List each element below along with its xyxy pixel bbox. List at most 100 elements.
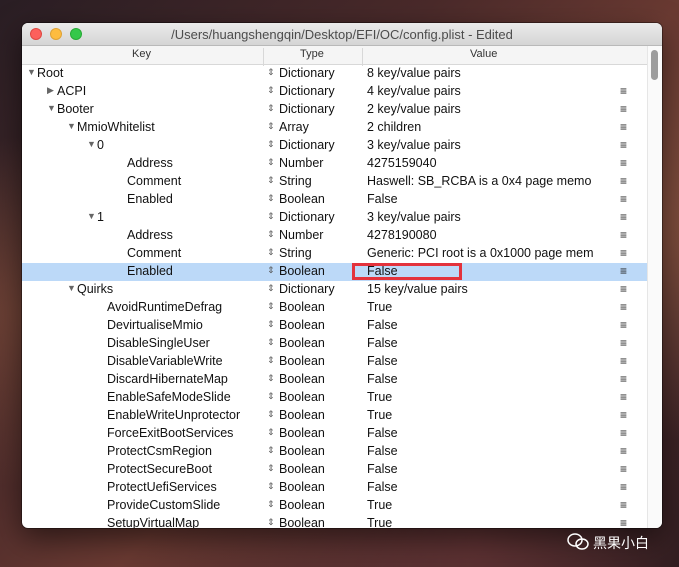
type-stepper-icon[interactable]: ⇕ — [267, 463, 275, 474]
row-value[interactable]: False — [367, 192, 612, 206]
row-value[interactable]: False — [367, 426, 612, 440]
row-type[interactable]: Number — [279, 156, 323, 170]
row-menu-icon[interactable]: ≡ — [620, 282, 627, 296]
type-stepper-icon[interactable]: ⇕ — [267, 391, 275, 402]
type-stepper-icon[interactable]: ⇕ — [267, 337, 275, 348]
row-value[interactable]: True — [367, 390, 612, 404]
row-key[interactable]: Enabled — [127, 192, 173, 206]
row-key[interactable]: ProtectSecureBoot — [107, 462, 212, 476]
row-key[interactable]: DiscardHibernateMap — [107, 372, 228, 386]
table-row[interactable]: DisableSingleUser ⇕ Boolean False ≡ — [22, 335, 648, 353]
row-value[interactable]: False — [367, 354, 612, 368]
row-key[interactable]: ForceExitBootServices — [107, 426, 233, 440]
row-key[interactable]: Comment — [127, 174, 181, 188]
row-type[interactable]: Boolean — [279, 372, 325, 386]
table-row[interactable]: DevirtualiseMmio ⇕ Boolean False ≡ — [22, 317, 648, 335]
table-row[interactable]: EnableWriteUnprotector ⇕ Boolean True ≡ — [22, 407, 648, 425]
row-menu-icon[interactable]: ≡ — [620, 264, 627, 278]
row-type[interactable]: Dictionary — [279, 66, 335, 80]
row-value[interactable]: 2 children — [367, 120, 612, 134]
type-stepper-icon[interactable]: ⇕ — [267, 409, 275, 420]
row-menu-icon[interactable]: ≡ — [620, 426, 627, 440]
type-stepper-icon[interactable]: ⇕ — [267, 301, 275, 312]
column-divider[interactable] — [362, 48, 363, 66]
row-key[interactable]: DisableVariableWrite — [107, 354, 223, 368]
row-menu-icon[interactable]: ≡ — [620, 228, 627, 242]
row-value[interactable]: Generic: PCI root is a 0x1000 page mem — [367, 246, 612, 260]
row-value[interactable]: False — [367, 480, 612, 494]
type-stepper-icon[interactable]: ⇕ — [267, 175, 275, 186]
row-menu-icon[interactable]: ≡ — [620, 210, 627, 224]
row-type[interactable]: Boolean — [279, 390, 325, 404]
row-key[interactable]: ACPI — [57, 84, 86, 98]
table-row[interactable]: ProtectUefiServices ⇕ Boolean False ≡ — [22, 479, 648, 497]
type-stepper-icon[interactable]: ⇕ — [267, 229, 275, 240]
type-stepper-icon[interactable]: ⇕ — [267, 445, 275, 456]
row-menu-icon[interactable]: ≡ — [620, 156, 627, 170]
table-row[interactable]: ForceExitBootServices ⇕ Boolean False ≡ — [22, 425, 648, 443]
row-type[interactable]: Boolean — [279, 426, 325, 440]
table-row[interactable]: EnableSafeModeSlide ⇕ Boolean True ≡ — [22, 389, 648, 407]
row-type[interactable]: Boolean — [279, 498, 325, 512]
row-menu-icon[interactable]: ≡ — [620, 408, 627, 422]
type-stepper-icon[interactable]: ⇕ — [267, 211, 275, 222]
row-key[interactable]: DisableSingleUser — [107, 336, 210, 350]
scrollbar-thumb[interactable] — [651, 50, 658, 80]
row-value[interactable]: False — [367, 462, 612, 476]
type-stepper-icon[interactable]: ⇕ — [267, 265, 275, 276]
table-row[interactable]: Comment ⇕ String Haswell: SB_RCBA is a 0x4 … — [22, 173, 648, 191]
row-value[interactable]: 2 key/value pairs — [367, 102, 612, 116]
row-value[interactable]: 15 key/value pairs — [367, 282, 612, 296]
column-header-type[interactable]: Type — [300, 48, 324, 60]
row-value[interactable]: 4 key/value pairs — [367, 84, 612, 98]
row-menu-icon[interactable]: ≡ — [620, 300, 627, 314]
row-type[interactable]: Boolean — [279, 318, 325, 332]
row-menu-icon[interactable]: ≡ — [620, 498, 627, 512]
row-menu-icon[interactable]: ≡ — [620, 354, 627, 368]
type-stepper-icon[interactable]: ⇕ — [267, 319, 275, 330]
type-stepper-icon[interactable]: ⇕ — [267, 499, 275, 510]
row-key[interactable]: Enabled — [127, 264, 173, 278]
row-value[interactable]: 3 key/value pairs — [367, 210, 612, 224]
row-key[interactable]: Quirks — [77, 282, 113, 296]
row-menu-icon[interactable]: ≡ — [620, 372, 627, 386]
row-menu-icon[interactable]: ≡ — [620, 84, 627, 98]
type-stepper-icon[interactable]: ⇕ — [267, 427, 275, 438]
row-type[interactable]: Boolean — [279, 264, 325, 278]
row-type[interactable]: Boolean — [279, 462, 325, 476]
row-type[interactable]: Boolean — [279, 480, 325, 494]
row-menu-icon[interactable]: ≡ — [620, 516, 627, 528]
row-type[interactable]: Array — [279, 120, 309, 134]
disclosure-expanded-icon[interactable]: ▼ — [27, 67, 36, 77]
table-row[interactable]: Enabled ⇕ Boolean False ≡ — [22, 191, 648, 209]
row-type[interactable]: Boolean — [279, 300, 325, 314]
row-value[interactable]: True — [367, 300, 612, 314]
disclosure-expanded-icon[interactable]: ▼ — [67, 121, 76, 131]
row-value[interactable]: True — [367, 498, 612, 512]
row-value[interactable]: 4275159040 — [367, 156, 612, 170]
type-stepper-icon[interactable]: ⇕ — [267, 157, 275, 168]
row-key[interactable]: 0 — [97, 138, 104, 152]
row-value[interactable]: True — [367, 516, 612, 528]
table-row[interactable]: Comment ⇕ String Generic: PCI root is a 0x1… — [22, 245, 648, 263]
row-value[interactable]: True — [367, 408, 612, 422]
row-key[interactable]: ProtectCsmRegion — [107, 444, 212, 458]
table-row[interactable]: ▼ Booter ⇕ Dictionary 2 key/value pairs ≡ — [22, 101, 648, 119]
row-type[interactable]: Boolean — [279, 336, 325, 350]
row-key[interactable]: EnableWriteUnprotector — [107, 408, 240, 422]
row-value[interactable]: False — [367, 444, 612, 458]
row-value[interactable]: 3 key/value pairs — [367, 138, 612, 152]
row-key[interactable]: 1 — [97, 210, 104, 224]
row-key[interactable]: EnableSafeModeSlide — [107, 390, 231, 404]
type-stepper-icon[interactable]: ⇕ — [267, 193, 275, 204]
row-key[interactable]: MmioWhitelist — [77, 120, 155, 134]
disclosure-expanded-icon[interactable]: ▼ — [67, 283, 76, 293]
type-stepper-icon[interactable]: ⇕ — [267, 139, 275, 150]
table-row[interactable]: ▼ 0 ⇕ Dictionary 3 key/value pairs ≡ — [22, 137, 648, 155]
type-stepper-icon[interactable]: ⇕ — [267, 355, 275, 366]
table-row[interactable]: ▼ Quirks ⇕ Dictionary 15 key/value pairs ≡ — [22, 281, 648, 299]
row-type[interactable]: Boolean — [279, 192, 325, 206]
row-menu-icon[interactable]: ≡ — [620, 174, 627, 188]
table-row[interactable]: DisableVariableWrite ⇕ Boolean False ≡ — [22, 353, 648, 371]
type-stepper-icon[interactable]: ⇕ — [267, 247, 275, 258]
